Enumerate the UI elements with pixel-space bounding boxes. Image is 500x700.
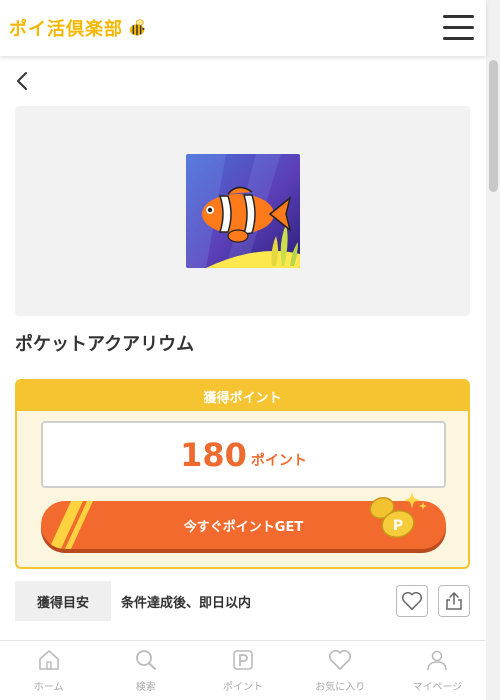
heart-icon xyxy=(329,650,352,670)
nav-item-points[interactable]: ポイント xyxy=(194,641,291,700)
estimate-label: 獲得目安 xyxy=(15,581,111,621)
back-button[interactable] xyxy=(12,68,34,94)
points-header: 獲得ポイント xyxy=(17,381,468,411)
nav-item-mypage[interactable]: マイページ xyxy=(389,641,486,700)
coins-icon: P xyxy=(369,492,427,538)
nav-label-search: 検索 xyxy=(135,682,156,693)
clownfish-app-icon xyxy=(186,154,300,268)
estimate-value: 条件達成後、即日以内 xyxy=(121,595,252,611)
nav-item-search[interactable]: 検索 xyxy=(97,641,194,700)
app-hero xyxy=(15,106,470,316)
scrollbar[interactable] xyxy=(486,0,500,700)
stripe-decoration xyxy=(49,501,93,549)
app-header: ポイ活倶楽部 xyxy=(0,0,486,56)
nav-label-favorites: お気に入り xyxy=(315,682,366,693)
search-icon xyxy=(135,650,156,670)
share-button[interactable] xyxy=(438,585,470,617)
scrollbar-thumb[interactable] xyxy=(489,60,498,192)
favorite-button[interactable] xyxy=(396,585,428,617)
chevron-left-icon xyxy=(17,72,27,90)
nav-item-home[interactable]: ホーム xyxy=(0,641,97,700)
hamburger-menu-icon[interactable] xyxy=(443,15,474,41)
svg-text:P: P xyxy=(393,518,403,534)
site-logo[interactable]: ポイ活倶楽部 xyxy=(9,14,148,42)
bottom-nav: ホーム 検索 ポイント お気に入り マイページ xyxy=(0,640,486,700)
home-icon xyxy=(38,650,59,670)
points-unit: ポイント xyxy=(250,452,307,469)
person-icon xyxy=(427,650,448,671)
bee-icon xyxy=(129,19,145,36)
points-value-box: 180 ポイント xyxy=(41,421,446,488)
nav-item-favorites[interactable]: お気に入り xyxy=(292,641,389,700)
share-icon xyxy=(446,592,462,610)
get-points-label: 今すぐポイントGET xyxy=(183,519,304,535)
app-title: ポケットアクアリウム xyxy=(15,334,195,355)
nav-label-home: ホーム xyxy=(33,682,64,693)
nav-label-points: ポイント xyxy=(223,682,263,693)
nav-label-mypage: マイページ xyxy=(412,682,463,693)
heart-icon xyxy=(402,591,422,610)
estimate-row: 獲得目安 条件達成後、即日以内 xyxy=(15,581,470,621)
points-value: 180 xyxy=(180,435,247,474)
logo-text: ポイ活倶楽部 xyxy=(9,19,123,40)
point-icon xyxy=(233,650,253,670)
